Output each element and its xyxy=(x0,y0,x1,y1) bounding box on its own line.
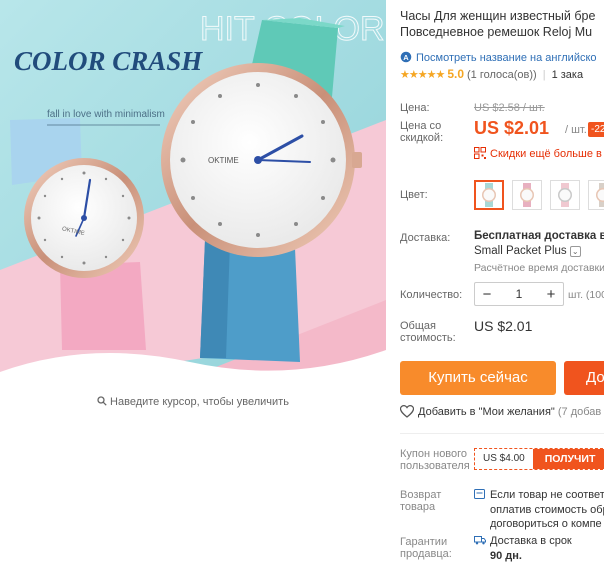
product-page: HIT COLOR OKTIME xyxy=(0,0,604,577)
quantity-plus-button[interactable]: + xyxy=(539,286,563,303)
wishlist-text: Добавить в "Мои желания" xyxy=(418,406,555,418)
rating-value: 5.0 xyxy=(447,67,464,81)
rating-separator: | xyxy=(542,69,546,81)
price-unit: / шт. xyxy=(565,124,587,136)
rating-stars-icon: ★★★★★ xyxy=(400,69,445,81)
truck-icon xyxy=(474,535,486,549)
rating-row: ★★★★★ 5.0 (1 голоса(ов)) | 1 зака xyxy=(400,67,583,81)
returns-label-line1: Возврат xyxy=(400,489,442,501)
magnifier-icon xyxy=(97,396,107,409)
total-label-line2: стоимость: xyxy=(400,332,456,344)
shipping-method[interactable]: Small Packet Plus ⌄ xyxy=(474,245,581,257)
shipping-method-text: Small Packet Plus xyxy=(474,245,567,257)
current-price: US $2.01 xyxy=(474,118,550,138)
discount-badge: -22 xyxy=(588,122,604,137)
returns-label-line2: товара xyxy=(400,501,436,513)
returns-line1: Если товар не соответ xyxy=(490,489,604,501)
total-label-line1: Общая xyxy=(400,320,436,332)
promo-link[interactable]: Скидки ещё больше в п xyxy=(474,147,604,162)
coupon-label-line2: пользователя xyxy=(400,460,470,472)
color-label: Цвет: xyxy=(400,189,428,201)
price-label: Цена: xyxy=(400,102,430,114)
color-swatch[interactable] xyxy=(474,180,504,210)
color-swatch[interactable] xyxy=(550,180,580,210)
shipping-line1: Бесплатная доставка в R xyxy=(474,230,604,242)
returns-line2: оплатив стоимость обр xyxy=(490,504,604,516)
wishlist-link[interactable]: Добавить в "Мои желания" (7 добав xyxy=(399,404,602,421)
quantity-stepper: − 1 + xyxy=(474,282,564,306)
wishlist-count: (7 добав xyxy=(557,406,602,418)
color-swatch[interactable] xyxy=(588,180,604,210)
guarantee-info: Доставка в срок 90 дн. xyxy=(474,534,572,563)
old-price: US $2.58 / шт. xyxy=(474,102,545,114)
guarantee-label-line1: Гарантии xyxy=(400,536,448,548)
guarantee-label: Гарантии продавца: xyxy=(400,536,452,560)
translate-icon: A xyxy=(400,51,412,66)
coupon-label-line1: Купон нового xyxy=(400,448,468,460)
tagline: fall in love with minimalism xyxy=(47,109,165,120)
shipping-label: Доставка: xyxy=(400,232,451,244)
product-title-line1: Часы Для женщин известный бре xyxy=(400,9,596,23)
discount-price-label-line1: Цена со xyxy=(400,120,442,132)
buy-now-button[interactable]: Купить сейчас xyxy=(400,361,556,395)
quantity-label: Количество: xyxy=(400,289,463,301)
returns-info: Если товар не соответ оплатив стоимость … xyxy=(474,488,604,531)
color-swatch[interactable] xyxy=(512,180,542,210)
banner-title: COLOR CRASH xyxy=(14,46,203,76)
coupon-amount: US $4.00 xyxy=(483,453,525,464)
coupon-label: Купон нового пользователя xyxy=(400,448,470,472)
product-title: Часы Для женщин известный бре Повседневн… xyxy=(400,8,604,40)
total-label: Общая стоимость: xyxy=(400,320,456,344)
new-user-coupon: US $4.00 ПОЛУЧИТ xyxy=(474,448,604,470)
translate-link-text: Посмотреть название на английско xyxy=(416,52,597,64)
add-to-cart-button[interactable]: До xyxy=(564,361,604,395)
color-swatches xyxy=(474,180,604,210)
product-title-line2: Повседневное ремешок Reloj Mu xyxy=(400,25,593,39)
discount-price-label: Цена со скидкой: xyxy=(400,120,443,144)
rating-votes[interactable]: (1 голоса(ов)) xyxy=(467,69,537,81)
guarantee-line2: 90 дн. xyxy=(490,550,522,562)
divider xyxy=(400,433,604,434)
discount-price-label-line2: скидкой: xyxy=(400,132,444,144)
returns-label: Возврат товара xyxy=(400,489,441,513)
translate-link[interactable]: A Посмотреть название на английско xyxy=(400,51,597,66)
shipping-estimate: Расчётное время доставки xyxy=(474,262,604,274)
guarantee-label-line2: продавца: xyxy=(400,548,452,560)
svg-text:A: A xyxy=(403,53,409,62)
heart-icon xyxy=(399,404,415,421)
quantity-minus-button[interactable]: − xyxy=(475,286,499,303)
qr-code-icon xyxy=(474,147,486,162)
total-price: US $2.01 xyxy=(474,318,533,334)
watch-brand: OKTIME xyxy=(208,156,239,165)
orders-count: 1 зака xyxy=(551,69,584,81)
promo-text: Скидки ещё больше в п xyxy=(490,148,604,160)
zoom-hint-text: Наведите курсор, чтобы увеличить xyxy=(110,396,289,408)
quantity-input[interactable]: 1 xyxy=(499,287,539,301)
get-coupon-button[interactable]: ПОЛУЧИТ xyxy=(532,449,604,469)
return-box-icon xyxy=(474,489,485,503)
chevron-down-icon[interactable]: ⌄ xyxy=(569,246,581,257)
guarantee-line1: Доставка в срок xyxy=(490,535,572,547)
zoom-hint: Наведите курсор, чтобы увеличить xyxy=(0,396,386,409)
returns-line3: договориться о компе xyxy=(490,518,602,530)
product-image[interactable]: HIT COLOR OKTIME xyxy=(0,0,386,389)
quantity-available: шт. (100 xyxy=(568,289,604,301)
